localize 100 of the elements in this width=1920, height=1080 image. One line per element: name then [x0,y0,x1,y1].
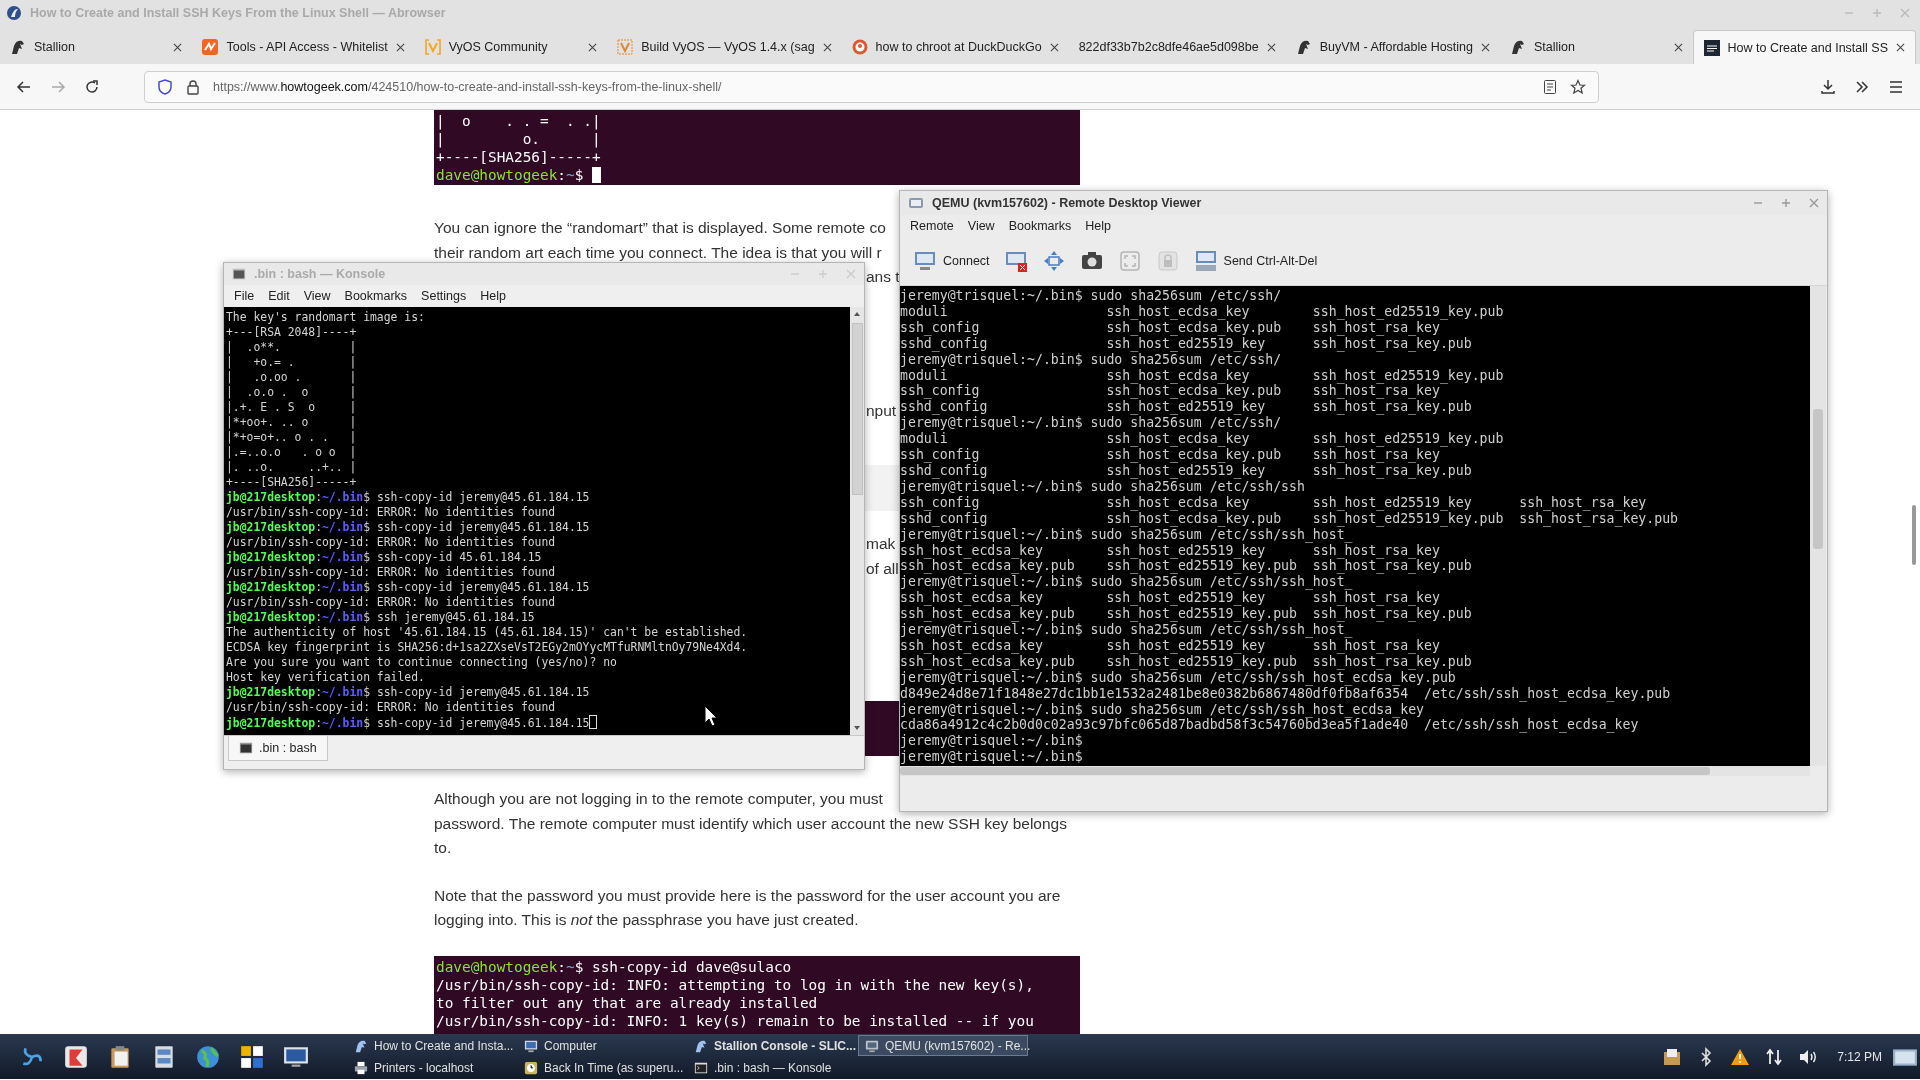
terminal-line: /usr/bin/ssh-copy-id: ERROR: No identities found [226,565,556,580]
globe-icon[interactable] [195,1043,221,1070]
scrollbar[interactable] [900,766,1810,776]
file-name: ssh_host_ecdsa_key.pub [1106,447,1283,463]
scrollbar[interactable] [1810,286,1826,766]
file-name: moduli [900,303,949,320]
chevrons-icon[interactable] [1854,78,1870,95]
terminal-line: /usr/bin/ssh-copy-id: INFO: attempting to log in with the new key(s), [436,975,1035,994]
file-name: ssh_host_ecdsa_key [1106,303,1251,320]
close-icon[interactable] [1896,43,1905,52]
menu-icon[interactable] [1888,78,1904,95]
file-name: ssh_host_rsa_key [1312,447,1440,463]
terminal-line: dave@howtogeek:~$ ssh-copy-id dave@sulaco [436,957,793,976]
window-title: .bin : bash — Konsole [254,267,386,281]
pointer-icon [704,705,718,727]
taskbar-task[interactable]: QEMU (kvm157602) - Re... [858,1035,1028,1056]
terminal-line: jb@217desktop:~/.bin$ ssh-copy-id 45.61.184.15 [226,550,542,565]
menu-item[interactable]: Edit [262,287,296,305]
terminal-line: jeremy@trisquel:~/.bin$ sudo sha256sum /etc/ssh/ [900,415,1283,432]
file-name: ssh_host_rsa_key.pub [1312,399,1472,416]
file-name: ssh_host_rsa_key [1312,637,1440,654]
file-name: ssh_host_ed25519_key.pub [1106,558,1298,575]
taskbar-task[interactable]: Stallion Console - SLIC... [688,1035,858,1056]
file-name: ssh_host_ed25519_key.pub [1312,431,1504,448]
terminal-line: |*+oo+. .. o | [226,415,357,430]
menu-item[interactable]: Bookmarks [338,287,414,305]
terminal-line: jb@217desktop:~/.bin$ ssh jeremy@45.61.184.15 [226,610,535,625]
menu-item[interactable]: File [228,287,261,305]
scrollbar[interactable] [850,307,864,735]
terminal-line: /usr/bin/ssh-copy-id: INFO: 1 key(s) remain to be installed -- if you [436,1011,1035,1030]
taskbar-task[interactable]: Printers - localhost [348,1057,518,1078]
file-name: ssh_host_rsa_key.pub [1312,335,1472,352]
browser-tab[interactable]: how to chroot at DuckDuckGo [841,30,1069,64]
toolbar-button[interactable]: Connect [908,245,995,277]
menu-item[interactable]: Settings [415,287,473,305]
terminal-line: | o. | [436,130,602,148]
close-icon[interactable] [1481,42,1490,52]
file-name: ssh_host_rsa_key [1312,590,1440,607]
horse-icon [10,39,26,55]
file-name: ssh_host_ecdsa_key.pub [900,558,1076,575]
close-icon[interactable] [1673,42,1683,52]
monitor-icon [865,1038,879,1053]
terminal-icon [232,267,246,281]
terminal-icon [694,1060,708,1075]
browser-tab[interactable]: How to Create and Install SS [1692,30,1916,64]
computer-icon [913,249,937,273]
app-icon[interactable] [63,1043,89,1070]
browser-tab[interactable]: Build VyOS — VyOS 1.4.x (sag [607,30,842,64]
download-icon[interactable] [1820,78,1836,95]
file-name: ssh_host_ed25519_key [1106,590,1267,607]
menu-item[interactable]: Help [474,287,512,305]
menu-item[interactable]: Remote [904,217,960,235]
browser-tab[interactable]: Stallion [0,30,193,64]
back-icon[interactable] [16,78,32,95]
reload-icon[interactable] [84,78,100,95]
file-name: ssh_host_ecdsa_key.pub [900,606,1076,623]
viewer-icon [908,195,924,211]
browser-tab[interactable]: VyOS Community [414,30,608,64]
terminal-line: |.+. E . S o | [226,400,357,415]
terminal-line: jeremy@trisquel:~/.bin$ sudo sha256sum /etc/ssh/ [900,351,1283,368]
file-name: ssh_host_rsa_key.pub [1312,606,1472,623]
window-title: QEMU (kvm157602) - Remote Desktop Viewer [932,196,1202,210]
file-name: ssh_host_ed25519_key [1106,335,1266,352]
reader-icon[interactable] [1542,78,1558,95]
horse-icon [694,1038,708,1053]
menu-item[interactable]: View [297,287,337,305]
folder-icon[interactable] [1662,1046,1683,1067]
toolbar-button[interactable]: Send Ctrl-Alt-Del [1188,245,1323,277]
terminal-line: |. ..o. ..+.. | [226,460,357,475]
taskbar-task[interactable]: .bin : bash — Konsole [688,1057,858,1078]
lock-icon [185,78,201,95]
close-icon[interactable] [822,42,832,52]
browser-tab[interactable]: 822df33b7b2c8dfe46ae5d098be [1068,30,1286,64]
address-field[interactable]: https://www.howtogeek.com/424510/how-to-create-and-install-ssh-keys-from-the-linux-shell/ [144,70,1599,103]
close-icon[interactable] [588,42,598,52]
taskbar-task[interactable]: Computer [518,1035,688,1056]
scrollbar[interactable] [1912,505,1916,565]
close-icon[interactable] [1266,42,1276,52]
taskbar-task[interactable]: How to Create and Insta... [348,1035,518,1056]
file-name: ssh_host_ed25519_key [1312,494,1473,511]
close-icon[interactable] [1049,42,1059,52]
taskbar-task[interactable]: Back In Time (as superu... [518,1057,688,1078]
terminal-line: jeremy@trisquel:~/.bin$ sudo sha256sum /etc/ssh/ssh_host_ [900,622,1354,638]
browser-tab[interactable]: BuyVM - Affordable Hosting [1285,30,1500,64]
horse-icon [1295,39,1312,55]
menu-item[interactable]: Help [1079,217,1117,235]
menu-item[interactable]: View [961,217,1001,235]
network-icon[interactable] [1764,1046,1785,1067]
browser-tab[interactable]: Tools - API Access - Whitelist [192,30,415,64]
clock[interactable]: 7:12 PM [1837,1049,1882,1064]
close-icon[interactable] [173,42,183,52]
close-icon[interactable] [395,42,405,52]
menu-item[interactable]: Bookmarks [1002,217,1078,235]
grid-icon[interactable] [239,1043,265,1070]
file-name: ssh_host_ecdsa_key [900,542,1044,559]
star-icon[interactable] [1570,78,1586,95]
file-name: ssh_host_rsa_key.pub [1519,510,1679,527]
browser-tab[interactable]: Stallion [1500,30,1693,64]
file-name: ssh_host_ed25519_key.pub [1106,606,1298,623]
terminal-tab[interactable]: .bin : bash [228,736,328,761]
